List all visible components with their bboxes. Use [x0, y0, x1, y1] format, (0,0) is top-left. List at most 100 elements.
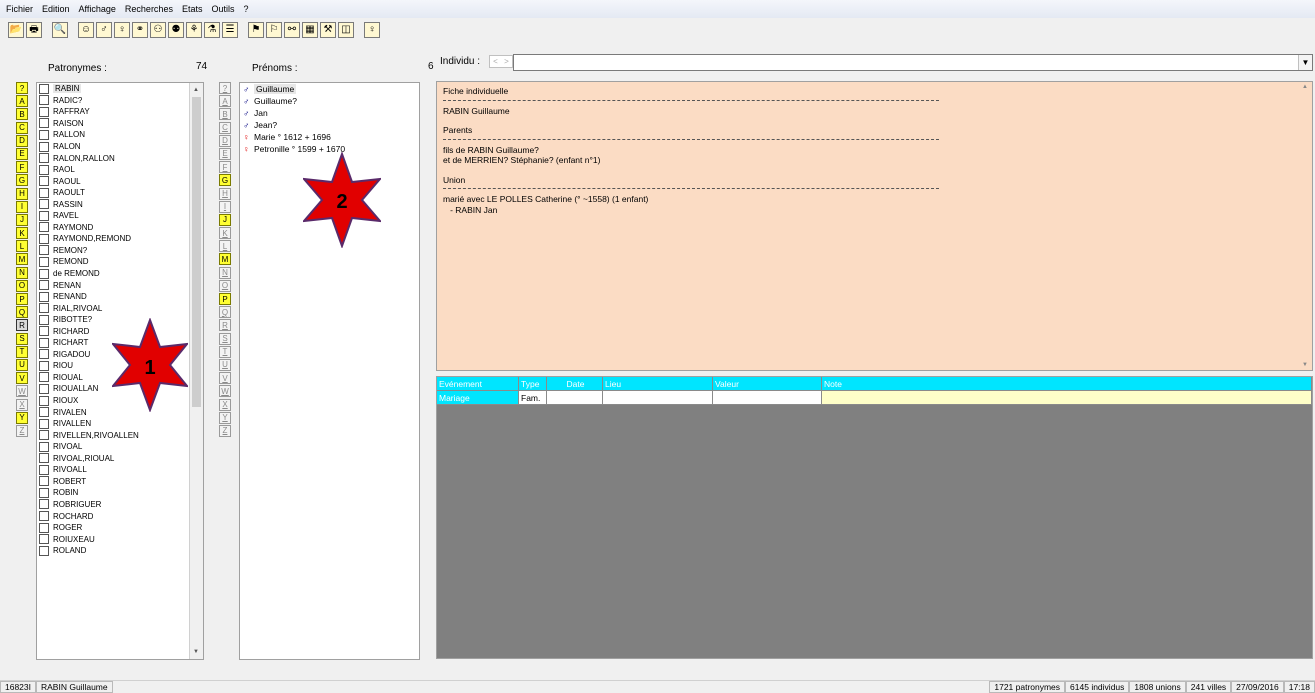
surname-letter-g[interactable]: G [16, 174, 28, 187]
menu-item-outils[interactable]: Outils [211, 4, 234, 14]
surname-letter-j[interactable]: J [16, 213, 28, 226]
column-header-event[interactable]: Evénement [437, 377, 519, 391]
checkbox[interactable] [39, 176, 49, 187]
list-item[interactable]: RAOL [37, 164, 203, 176]
list-item[interactable]: RADIC? [37, 95, 203, 107]
scroll-down-icon[interactable]: ▼ [193, 649, 199, 655]
firstname-letter-b[interactable]: B [219, 108, 231, 121]
tools-icon[interactable]: ⚒ [320, 22, 336, 38]
list-item[interactable]: RABIN [37, 83, 203, 95]
checkbox[interactable] [39, 476, 49, 487]
checkbox[interactable] [39, 453, 49, 464]
surname-letter-h[interactable]: H [16, 187, 28, 200]
checkbox[interactable] [39, 441, 49, 452]
checkbox[interactable] [39, 187, 49, 198]
checkbox[interactable] [39, 268, 49, 279]
list-item[interactable]: RALLON [37, 129, 203, 141]
smiley-icon[interactable]: ☺ [78, 22, 94, 38]
firstname-letter-o[interactable]: O [219, 279, 231, 292]
firstname-letter-s[interactable]: S [219, 332, 231, 345]
table-cell[interactable] [822, 391, 1312, 405]
list-item[interactable]: ROBERT [37, 476, 203, 488]
surname-letter-m[interactable]: M [16, 253, 28, 266]
link-icon[interactable]: ⚯ [284, 22, 300, 38]
surname-letter-a[interactable]: A [16, 95, 28, 108]
firstname-letter-n[interactable]: N [219, 266, 231, 279]
checkbox[interactable] [39, 372, 49, 383]
list-item[interactable]: RIVOALL [37, 464, 203, 476]
firstname-letter-y[interactable]: Y [219, 411, 231, 424]
firstname-letter-k[interactable]: K [219, 227, 231, 240]
menu-item-etats[interactable]: Etats [182, 4, 203, 14]
firstname-letter-d[interactable]: D [219, 134, 231, 147]
checkbox[interactable] [39, 210, 49, 221]
chevron-down-icon[interactable]: ▼ [1298, 55, 1312, 70]
table-cell[interactable] [547, 391, 603, 405]
list-item[interactable]: RIAL,RIVOAL [37, 302, 203, 314]
table-cell[interactable]: Mariage [437, 391, 519, 405]
firstname-letter-v[interactable]: V [219, 372, 231, 385]
print-icon[interactable]: 🖶 [26, 22, 42, 38]
firstname-letter-e[interactable]: E [219, 147, 231, 160]
column-header-date[interactable]: Date [547, 377, 603, 391]
list-item[interactable]: RALON,RALLON [37, 152, 203, 164]
menu-item-recherches[interactable]: Recherches [125, 4, 173, 14]
surname-letter-y[interactable]: Y [16, 411, 28, 424]
list-item[interactable]: ROLAND [37, 545, 203, 557]
map-icon[interactable]: ⚐ [266, 22, 282, 38]
surname-letter-t[interactable]: T [16, 345, 28, 358]
checkbox[interactable] [39, 326, 49, 337]
calendar-icon[interactable]: ▦ [302, 22, 318, 38]
checkbox[interactable] [39, 487, 49, 498]
couple-icon[interactable]: ⚭ [132, 22, 148, 38]
checkbox[interactable] [39, 337, 49, 348]
firstname-letter-i[interactable]: I [219, 200, 231, 213]
checkbox[interactable] [39, 256, 49, 267]
list-item[interactable]: RAVEL [37, 210, 203, 222]
surname-letter-x[interactable]: X [16, 398, 28, 411]
list-item[interactable]: RENAN [37, 279, 203, 291]
surname-letter-i[interactable]: I [16, 200, 28, 213]
list-item[interactable]: RAYMOND,REMOND [37, 233, 203, 245]
checkbox[interactable] [39, 222, 49, 233]
checkbox[interactable] [39, 118, 49, 129]
checkbox[interactable] [39, 291, 49, 302]
family-icon[interactable]: ⚇ [150, 22, 166, 38]
firstname-letter-m[interactable]: M [219, 253, 231, 266]
firstname-letter-j[interactable]: J [219, 213, 231, 226]
table-cell[interactable] [713, 391, 822, 405]
female-person-icon[interactable]: ♀ [114, 22, 130, 38]
table-cell[interactable] [603, 391, 713, 405]
previous-icon[interactable]: < [493, 57, 498, 66]
surname-letter-f[interactable]: F [16, 161, 28, 174]
checkbox[interactable] [39, 499, 49, 510]
list-item[interactable]: RIVELLEN,RIVOALLEN [37, 429, 203, 441]
checkbox[interactable] [39, 280, 49, 291]
lightbulb-icon[interactable]: ♀ [364, 22, 380, 38]
surname-letter-u[interactable]: U [16, 358, 28, 371]
card-icon[interactable]: ⚑ [248, 22, 264, 38]
list-item[interactable]: RALON [37, 141, 203, 153]
firstname-letter-h[interactable]: H [219, 187, 231, 200]
list-item[interactable]: ♂ Guillaume? [240, 95, 419, 107]
firstname-letter-p[interactable]: P [219, 293, 231, 305]
checkbox[interactable] [39, 164, 49, 175]
column-header-value[interactable]: Valeur [713, 377, 822, 391]
open-folder-icon[interactable]: 📂 [8, 22, 24, 38]
checkbox[interactable] [39, 95, 49, 106]
checkbox[interactable] [39, 129, 49, 140]
checkbox[interactable] [39, 383, 49, 394]
checkbox[interactable] [39, 314, 49, 325]
menu-item-edition[interactable]: Edition [42, 4, 70, 14]
list-item[interactable]: ♂ Jean? [240, 119, 419, 131]
list-item[interactable]: REMON? [37, 245, 203, 257]
surname-letter-r[interactable]: R [16, 319, 28, 332]
checkbox[interactable] [39, 233, 49, 244]
checkbox[interactable] [39, 545, 49, 556]
surname-letter-w[interactable]: W [16, 385, 28, 398]
list-item[interactable]: ROGER [37, 522, 203, 534]
list-item[interactable]: RAOULT [37, 187, 203, 199]
binoculars-icon[interactable]: 🔍 [52, 22, 68, 38]
checkbox[interactable] [39, 303, 49, 314]
list-item[interactable]: REMOND [37, 256, 203, 268]
